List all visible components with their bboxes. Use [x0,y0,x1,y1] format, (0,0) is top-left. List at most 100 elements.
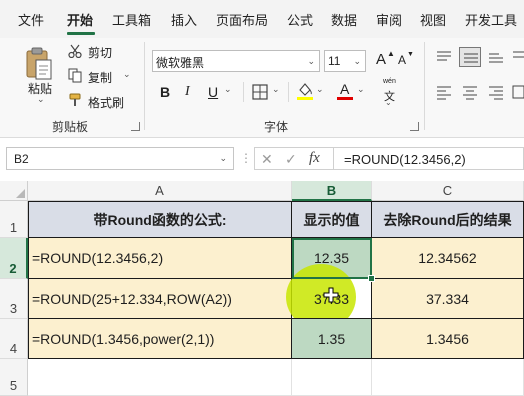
format-painter-icon[interactable] [68,93,84,110]
shrink-font-arrow-icon: ▼ [407,51,414,58]
row-header-5[interactable]: 5 [0,359,28,396]
bold-button[interactable]: B [160,84,170,100]
row-number: 5 [9,378,18,393]
row-header-3[interactable]: 3 [0,279,28,319]
font-color-swatch [337,97,353,100]
font-color-button[interactable]: A [340,81,349,97]
row-header-2[interactable]: 2 [0,238,28,279]
underline-dropdown-icon[interactable]: ⌄ [224,84,232,95]
fill-color-dropdown-icon[interactable]: ⌄ [316,84,324,95]
formula-buttons: ✕ ✓ fx [254,147,334,170]
merge-center-icon[interactable] [512,84,524,103]
align-right-icon[interactable] [488,84,504,103]
cut-button[interactable]: 剪切 [88,44,112,61]
align-middle-button[interactable] [459,47,481,67]
font-name-value: 微软雅黑 [156,56,205,70]
fill-color-icon[interactable] [296,81,314,104]
cell-a1[interactable]: 带Round函数的公式: [28,201,292,238]
row-header-4[interactable]: 4 [0,319,28,359]
font-name-box[interactable]: 微软雅黑 ⌄ [152,50,320,72]
row-header-1[interactable]: 1 [0,201,28,238]
chevron-down-icon[interactable]: ⌄ [353,56,361,67]
align-bottom-icon[interactable] [488,49,504,68]
cell-b1[interactable]: 显示的值 [292,201,372,238]
phonetic-dropdown-icon[interactable]: ⌄ [385,98,392,107]
row-number: 2 [9,261,17,276]
select-all-triangle-icon [16,189,25,198]
align-center-icon[interactable] [462,84,478,103]
borders-icon[interactable] [252,84,268,103]
cell-a4[interactable]: =ROUND(1.3456,power(2,1)) [28,319,292,359]
menu-file[interactable]: 文件 [18,10,44,29]
cell-cursor-icon [323,287,339,306]
group-separator [144,42,145,130]
font-size-box[interactable]: 11 ⌄ [324,50,366,72]
menu-formulas[interactable]: 公式 [287,10,313,29]
paste-dropdown-icon[interactable]: ⌄ [37,94,45,105]
separator [243,82,244,102]
menu-page-layout[interactable]: 页面布局 [216,10,268,29]
align-left-icon[interactable] [436,84,452,103]
formula-bar-resize-handle[interactable]: ⋮ [240,151,252,165]
cell-a3[interactable]: =ROUND(25+12.334,ROW(A2)) [28,279,292,319]
menu-developer[interactable]: 开发工具 [465,10,517,29]
font-launcher-icon[interactable] [410,122,419,131]
name-box[interactable]: B2 ⌄ [6,147,234,170]
ribbon: 粘贴 ⌄ 剪切 复制 ⌄ 格式刷 剪贴板 微软雅黑 ⌄ 11 ⌄ A ▲ A ▼… [0,38,524,138]
cell-b5[interactable] [292,359,372,396]
formula-input[interactable]: =ROUND(12.3456,2) [334,147,524,170]
font-color-dropdown-icon[interactable]: ⌄ [357,84,365,95]
menu-data[interactable]: 数据 [331,10,357,29]
italic-button[interactable]: I [185,84,190,100]
cell-c3[interactable]: 37.334 [372,279,524,319]
formula-bar: B2 ⌄ ⋮ ✕ ✓ fx =ROUND(12.3456,2) [0,145,524,173]
format-painter-button[interactable]: 格式刷 [88,94,124,111]
separator [288,82,289,102]
clipboard-launcher-icon[interactable] [131,122,140,131]
fill-handle[interactable] [368,275,375,282]
menu-view[interactable]: 视图 [420,10,446,29]
row-number: 4 [9,341,18,356]
chevron-down-icon[interactable]: ⌄ [219,153,227,164]
cell-c4[interactable]: 1.3456 [372,319,524,359]
menu-home[interactable]: 开始 [67,10,93,29]
chevron-down-icon[interactable]: ⌄ [307,56,315,67]
selected-cell-border [292,238,372,279]
shrink-font-button[interactable]: A [398,53,406,67]
menu-toolbox[interactable]: 工具箱 [112,10,151,29]
cell-b4[interactable]: 1.35 [292,319,372,359]
cell-a2[interactable]: =ROUND(12.3456,2) [28,238,292,279]
cell-c2[interactable]: 12.34562 [372,238,524,279]
menu-bar: 文件 开始 工具箱 插入 页面布局 公式 数据 审阅 视图 开发工具 [0,0,524,38]
name-box-value: B2 [14,152,29,166]
cell-a5[interactable] [28,359,292,396]
active-tab-indicator [67,32,95,35]
select-all-corner[interactable] [0,181,28,201]
cell-c1[interactable]: 去除Round后的结果 [372,201,524,238]
underline-button[interactable]: U [208,84,218,100]
cell-c5[interactable] [372,359,524,396]
clipboard-group-label: 剪贴板 [52,120,89,134]
font-group-label: 字体 [264,120,289,134]
wrap-text-icon[interactable] [512,49,524,68]
copy-dropdown-icon[interactable]: ⌄ [123,69,131,80]
phonetic-top-label: wén [383,78,396,85]
align-top-icon[interactable] [436,49,452,68]
grow-font-arrow-icon: ▲ [387,49,395,58]
menu-insert[interactable]: 插入 [171,10,197,29]
cancel-icon[interactable]: ✕ [261,151,273,168]
column-header-c[interactable]: C [372,181,524,201]
borders-dropdown-icon[interactable]: ⌄ [272,84,280,95]
cut-icon[interactable] [68,44,82,61]
column-header-a[interactable]: A [28,181,292,201]
menu-review[interactable]: 审阅 [376,10,402,29]
row-number: 1 [9,220,18,235]
copy-icon[interactable] [68,68,82,86]
copy-button[interactable]: 复制 [88,69,112,86]
grow-font-button[interactable]: A [376,51,386,68]
enter-icon[interactable]: ✓ [285,151,297,168]
column-header-b[interactable]: B [292,181,372,201]
font-size-value: 11 [328,54,341,68]
formula-value: =ROUND(12.3456,2) [344,152,466,167]
insert-function-button[interactable]: fx [309,150,320,167]
